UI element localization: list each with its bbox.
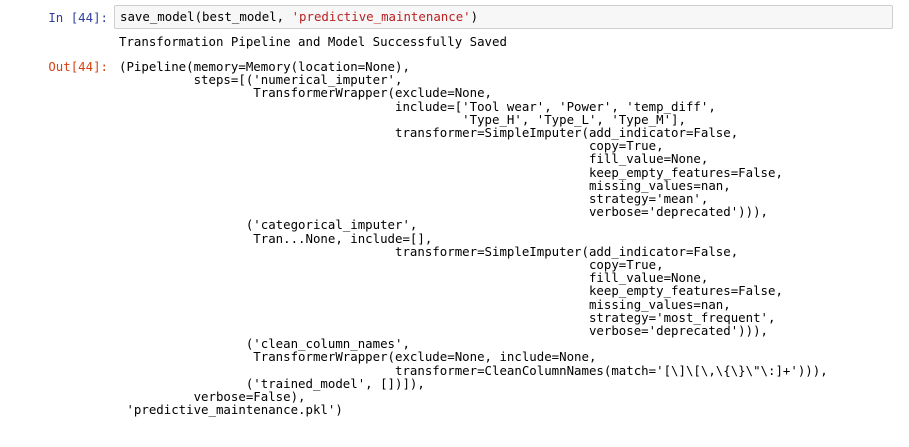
execute-result-output: (Pipeline(memory=Memory(location=None), … — [119, 59, 828, 418]
code-line: save_model(best_model, 'predictive_maint… — [120, 10, 478, 24]
code-string-argument: 'predictive_maintenance' — [291, 9, 471, 24]
stdout-output: Transformation Pipeline and Model Succes… — [119, 34, 507, 49]
code-input-area[interactable]: save_model(best_model, 'predictive_maint… — [114, 5, 893, 29]
code-close-paren: ) — [470, 9, 479, 24]
input-prompt: In [44]: — [48, 10, 108, 25]
code-function-call: save_model(best_model, — [120, 9, 292, 24]
output-prompt: Out[44]: — [48, 59, 108, 74]
